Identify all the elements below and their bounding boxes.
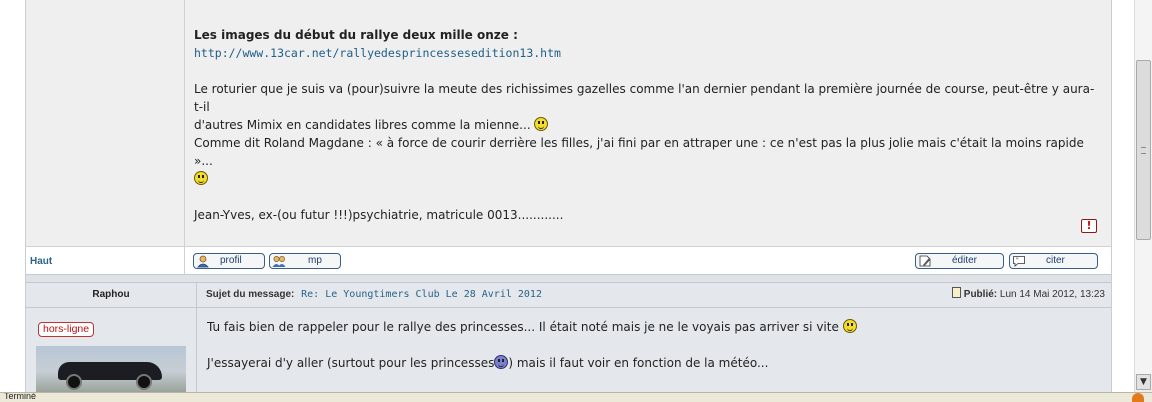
post2-header: Raphou Sujet du message: Re: Le Youngtim… <box>26 283 1111 308</box>
post2-author-column: hors-ligne <box>26 308 197 392</box>
edit-icon <box>919 255 931 267</box>
scrollbar-grip-icon <box>1141 147 1146 154</box>
post1-toolbar: Haut profil mp éditer " citer <box>26 246 1111 275</box>
post2-line2-text: J'essayerai d'y aller (surtout pour les … <box>207 356 495 370</box>
post2-posted: Publié: Lun 14 Mai 2012, 13:23 <box>951 283 1105 307</box>
page: Les images du début du rallye deux mille… <box>0 0 1134 392</box>
post2-line1-text: Tu fais bien de rappeler pour le rallye … <box>207 320 839 334</box>
post1-body: Les images du début du rallye deux mille… <box>185 0 1111 246</box>
quote-button[interactable]: " citer <box>1009 253 1098 269</box>
quote-label: citer <box>1046 255 1065 266</box>
post-icon <box>951 287 961 298</box>
edit-button[interactable]: éditer <box>915 253 1004 269</box>
smiley-icon <box>842 319 857 333</box>
post1-heading: Les images du début du rallye deux mille… <box>194 28 518 42</box>
scrollbar-thumb[interactable] <box>1136 60 1151 240</box>
post1-author-column <box>26 0 185 246</box>
status-text: Terminé <box>4 392 37 401</box>
vertical-scrollbar[interactable]: ▼ <box>1134 0 1152 392</box>
edit-label: éditer <box>952 255 978 266</box>
users-icon <box>272 256 286 267</box>
forum-topic: Les images du début du rallye deux mille… <box>25 0 1112 392</box>
quote-icon: " <box>1013 256 1025 267</box>
post2-line2: J'essayerai d'y aller (surtout pour les … <box>207 354 857 372</box>
back-to-top-link[interactable]: Haut <box>30 256 52 267</box>
user-icon <box>197 255 209 268</box>
post-separator <box>26 274 1111 283</box>
post2-body: Tu fais bien de rappeler pour le rallye … <box>197 308 1111 392</box>
posted-date: Lun 14 Mai 2012, 13:23 <box>999 289 1105 300</box>
profile-label: profil <box>220 255 242 266</box>
post1-signature: Jean-Yves, ex-(ou futur !!!)psychiatrie,… <box>194 208 564 222</box>
offline-badge: hors-ligne <box>38 322 95 337</box>
post2-line2-end: ) mais il faut voir en fonction de la mé… <box>508 356 769 370</box>
post1-para1-line1: Le roturier que je suis va (pour)suivre … <box>194 82 1095 114</box>
post1-link[interactable]: http://www.13car.net/rallyedesprincesses… <box>194 46 561 60</box>
post2-author[interactable]: Raphou <box>26 283 197 307</box>
avatar <box>36 346 186 392</box>
post2-subject: Sujet du message: Re: Le Youngtimers Clu… <box>206 283 542 307</box>
scroll-down-arrow-icon[interactable]: ▼ <box>1136 374 1151 390</box>
svg-text:": " <box>1016 257 1019 264</box>
subject-text[interactable]: Re: Le Youngtimers Club Le 28 Avril 2012 <box>301 289 542 300</box>
post2-line1: Tu fais bien de rappeler pour le rallye … <box>207 318 857 336</box>
smiley-icon <box>534 117 549 131</box>
post2-content: Tu fais bien de rappeler pour le rallye … <box>207 318 857 372</box>
pm-label: mp <box>308 255 322 266</box>
post1-paragraph: Le roturier que je suis va (pour)suivre … <box>194 80 1099 188</box>
subject-label: Sujet du message: <box>206 289 295 300</box>
report-post-icon[interactable]: ! <box>1081 219 1097 233</box>
post1-para2: Comme dit Roland Magdane : « à force de … <box>194 136 1084 168</box>
post1-para1-line2: d'autres Mimix en candidates libres comm… <box>194 118 531 132</box>
smiley-icon <box>194 171 208 185</box>
posted-label: Publié: <box>963 289 998 300</box>
private-message-button[interactable]: mp <box>269 253 341 269</box>
profile-button[interactable]: profil <box>193 253 265 269</box>
princess-smiley-icon <box>494 355 509 369</box>
post1-content: Les images du début du rallye deux mille… <box>194 26 1099 224</box>
